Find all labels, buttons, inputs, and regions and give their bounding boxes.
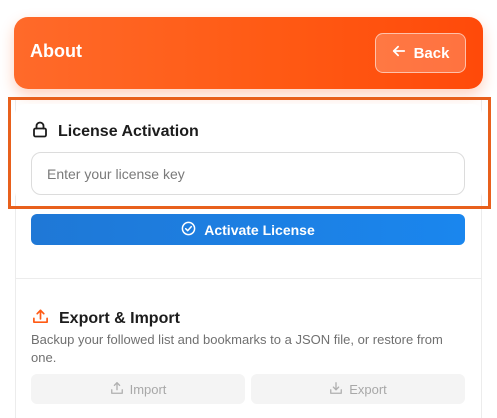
page-title: About [30, 41, 82, 61]
section-divider [15, 278, 482, 279]
check-circle-icon [181, 221, 196, 239]
export-import-description: Backup your followed list and bookmarks … [31, 332, 443, 365]
arrow-left-icon [392, 44, 406, 62]
lock-icon [32, 121, 48, 143]
export-import-section-header: Export & Import [32, 308, 180, 330]
export-label: Export [349, 381, 387, 397]
import-label: Import [129, 381, 167, 397]
license-section-header: License Activation [32, 121, 199, 143]
back-button-label: Back [413, 44, 450, 62]
license-section-title: License Activation [58, 123, 199, 140]
activate-license-button[interactable]: Activate License [31, 214, 465, 245]
upload-icon [32, 308, 49, 330]
header-bar: About Back [14, 17, 483, 89]
export-import-title: Export & Import [59, 310, 180, 327]
back-button[interactable]: Back [375, 33, 466, 73]
upload-icon [110, 381, 124, 398]
import-button[interactable]: Import [31, 374, 245, 404]
download-icon [329, 381, 343, 398]
activate-license-label: Activate License [204, 221, 315, 238]
export-button[interactable]: Export [251, 374, 465, 404]
license-key-input[interactable] [31, 152, 465, 195]
